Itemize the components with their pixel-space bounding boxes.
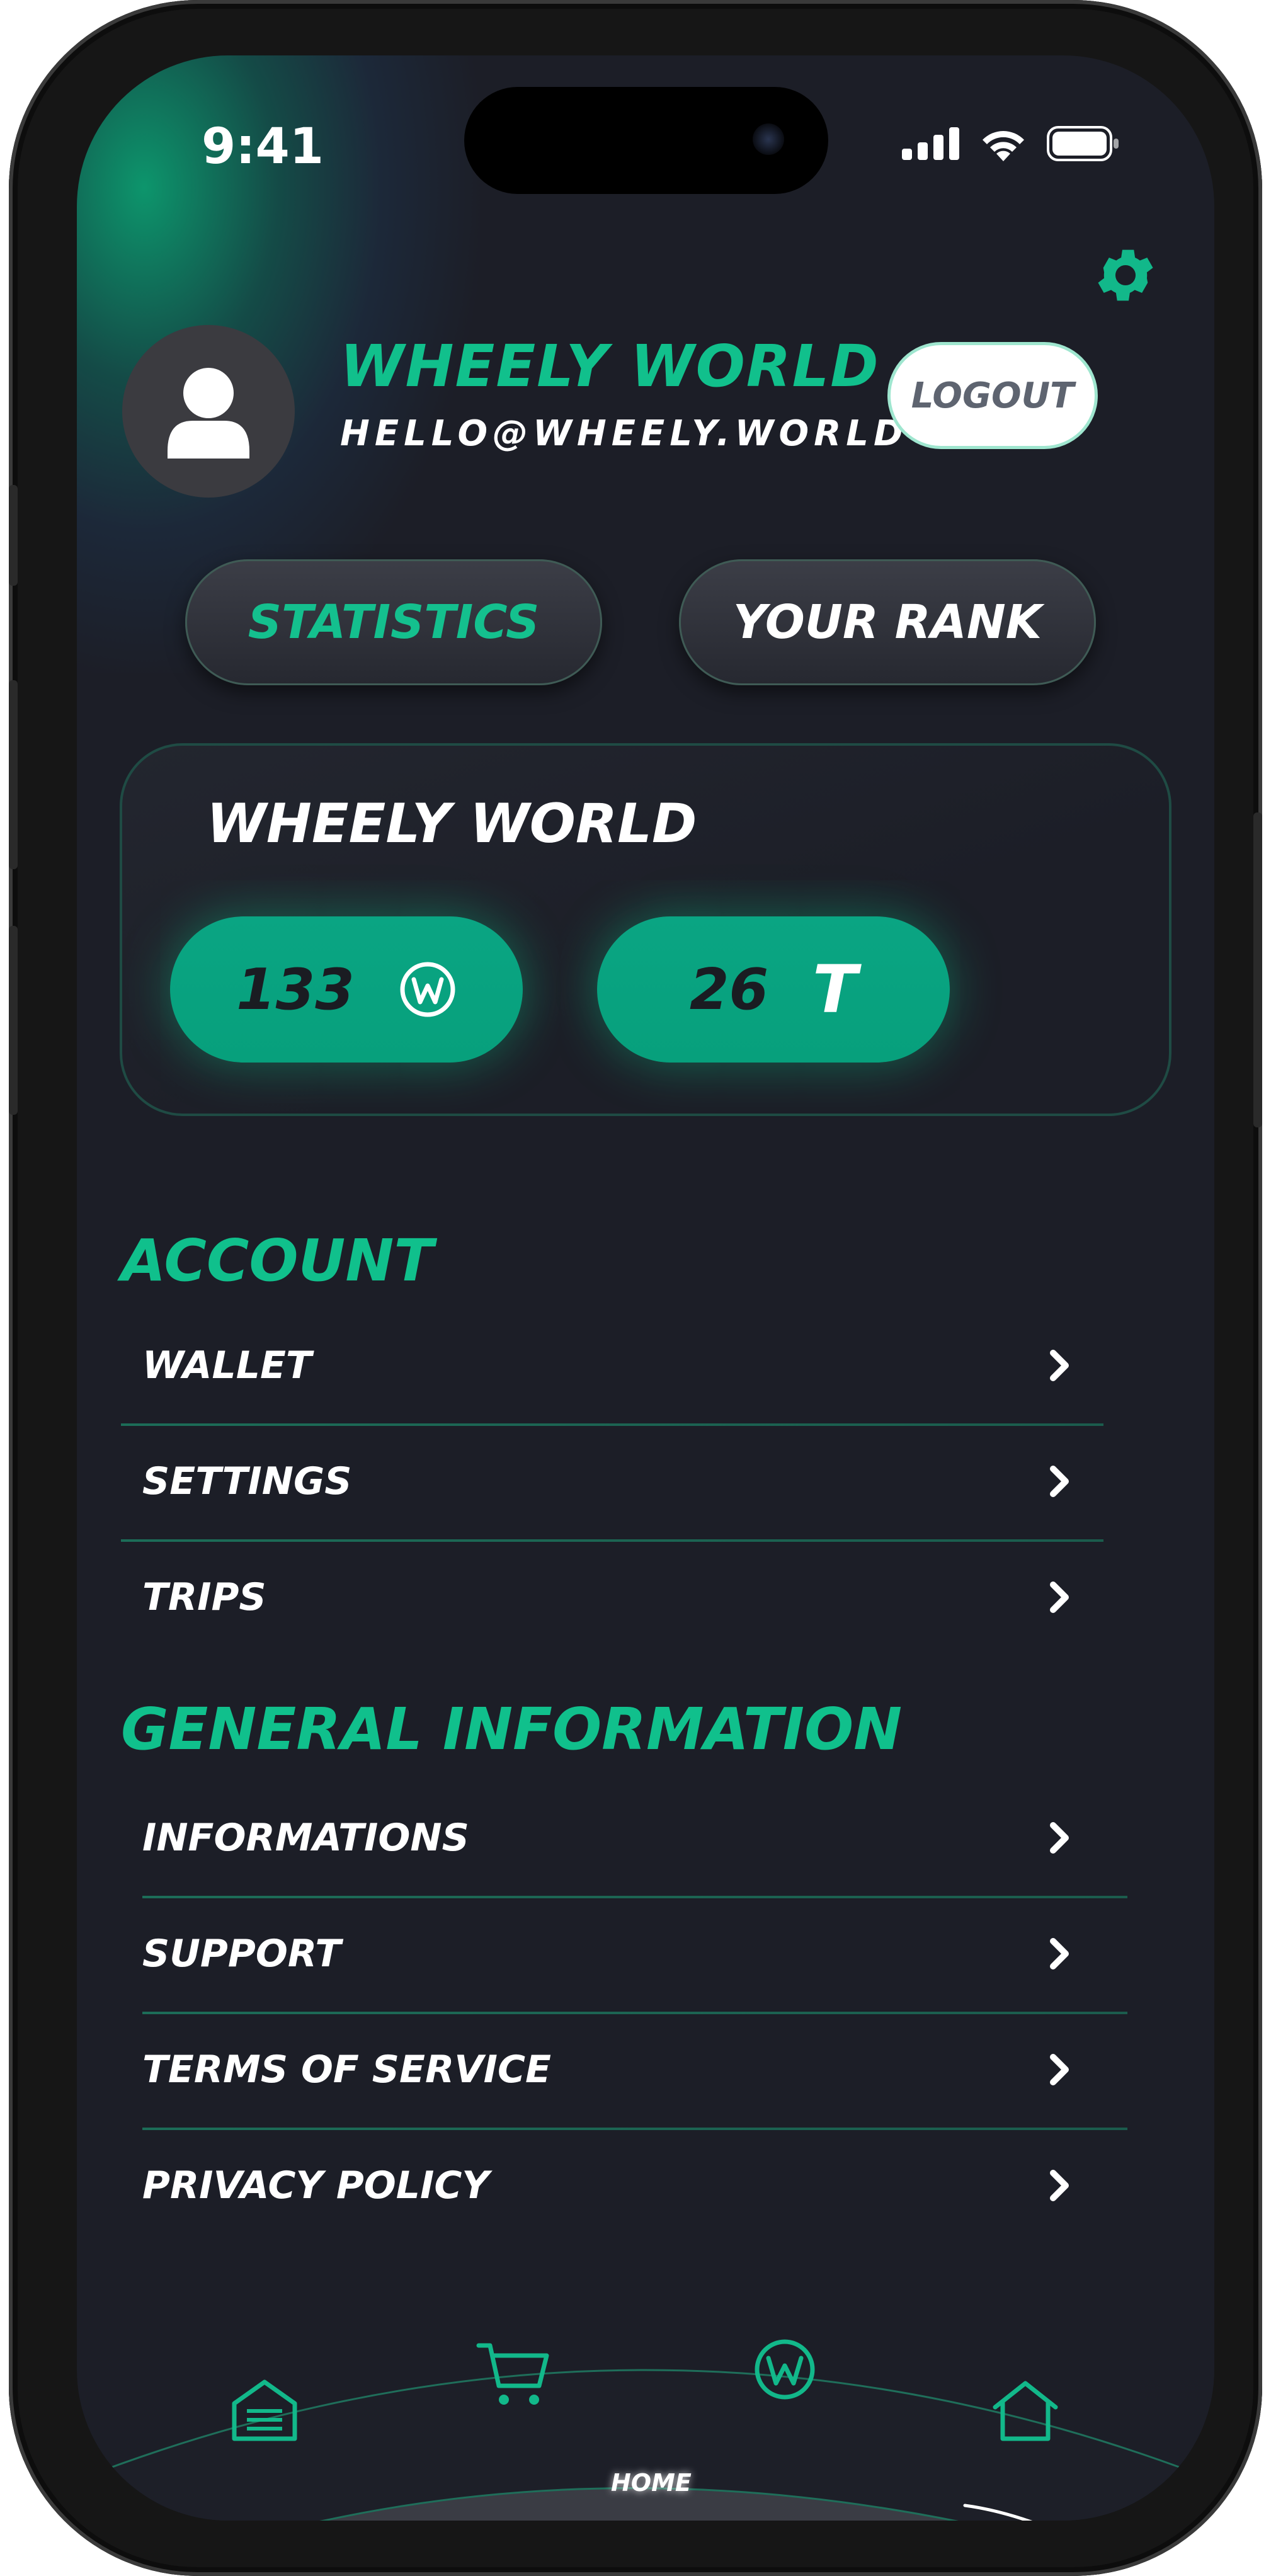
menu-item-label: SUPPORT (142, 1932, 341, 1976)
avatar[interactable] (122, 325, 295, 498)
profile-name: WHEELY WORLD (340, 333, 880, 400)
phone-frame: 9:41 WHEELY WORLD HELLO@WHEELY.WORLD LOG… (9, 0, 1262, 2576)
chevron-right-icon (1050, 1822, 1069, 1854)
menu-item-label: WALLET (142, 1343, 312, 1388)
menu-item-support[interactable]: SUPPORT (121, 1896, 1103, 2012)
coins-chip: 133 (170, 916, 523, 1063)
side-button-volume-up (9, 680, 18, 869)
menu-item-label: SETTINGS (142, 1459, 352, 1503)
menu-item-trips[interactable]: TRIPS (121, 1539, 1103, 1655)
chevron-right-icon (1050, 2170, 1069, 2201)
side-button-action (9, 485, 18, 586)
cart-icon[interactable] (476, 2340, 552, 2410)
section-title-general-information: GENERAL INFORMATION (121, 1695, 903, 1763)
garage-icon[interactable] (231, 2378, 299, 2441)
side-button-power (1253, 812, 1262, 1127)
logout-button[interactable]: LOGOUT (891, 345, 1095, 446)
dynamic-island (464, 87, 828, 194)
menu-item-terms-of-service[interactable]: TERMS OF SERVICE (121, 2012, 1103, 2128)
wheely-coin-icon[interactable] (752, 2337, 818, 2402)
gear-icon[interactable] (1091, 241, 1160, 310)
menu-item-label: TERMS OF SERVICE (142, 2048, 551, 2092)
app-screen: 9:41 WHEELY WORLD HELLO@WHEELY.WORLD LOG… (77, 55, 1214, 2521)
signal-icon (902, 127, 959, 160)
menu-item-informations[interactable]: INFORMATIONS (121, 1780, 1103, 1896)
trips-value: 26 (689, 956, 769, 1023)
chevron-right-icon (1050, 2054, 1069, 2085)
menu-item-label: TRIPS (142, 1575, 266, 1619)
home-icon[interactable] (991, 2379, 1059, 2442)
chevron-right-icon (1050, 1938, 1069, 1969)
profile-email: HELLO@WHEELY.WORLD (340, 413, 908, 454)
user-icon (168, 368, 249, 459)
battery-icon (1047, 126, 1119, 161)
chevron-right-icon (1050, 1582, 1069, 1613)
tab-your-rank[interactable]: YOUR RANK (679, 559, 1096, 685)
trips-chip: 26 T (597, 916, 950, 1063)
chevron-right-icon (1050, 1350, 1069, 1381)
side-button-volume-down (9, 926, 18, 1115)
menu-item-label: PRIVACY POLICY (142, 2163, 489, 2208)
section-title-account: ACCOUNT (121, 1227, 434, 1294)
menu-item-settings[interactable]: SETTINGS (121, 1423, 1103, 1539)
menu-item-label: INFORMATIONS (142, 1816, 469, 1860)
menu-item-wallet[interactable]: WALLET (121, 1308, 1103, 1423)
wheely-coin-icon (400, 962, 455, 1017)
coins-value: 133 (236, 956, 355, 1023)
summary-card-title: WHEELY WORLD (207, 792, 697, 855)
menu-item-privacy-policy[interactable]: PRIVACY POLICY (121, 2128, 1103, 2243)
chevron-right-icon (1050, 1466, 1069, 1497)
tab-statistics[interactable]: STATISTICS (185, 559, 602, 685)
trips-unit: T (812, 951, 858, 1028)
wifi-icon (983, 131, 1024, 161)
status-icons (902, 125, 1120, 162)
camera-icon (753, 123, 784, 155)
nav-active-label: HOME (611, 2469, 692, 2497)
status-time: 9:41 (202, 118, 324, 175)
